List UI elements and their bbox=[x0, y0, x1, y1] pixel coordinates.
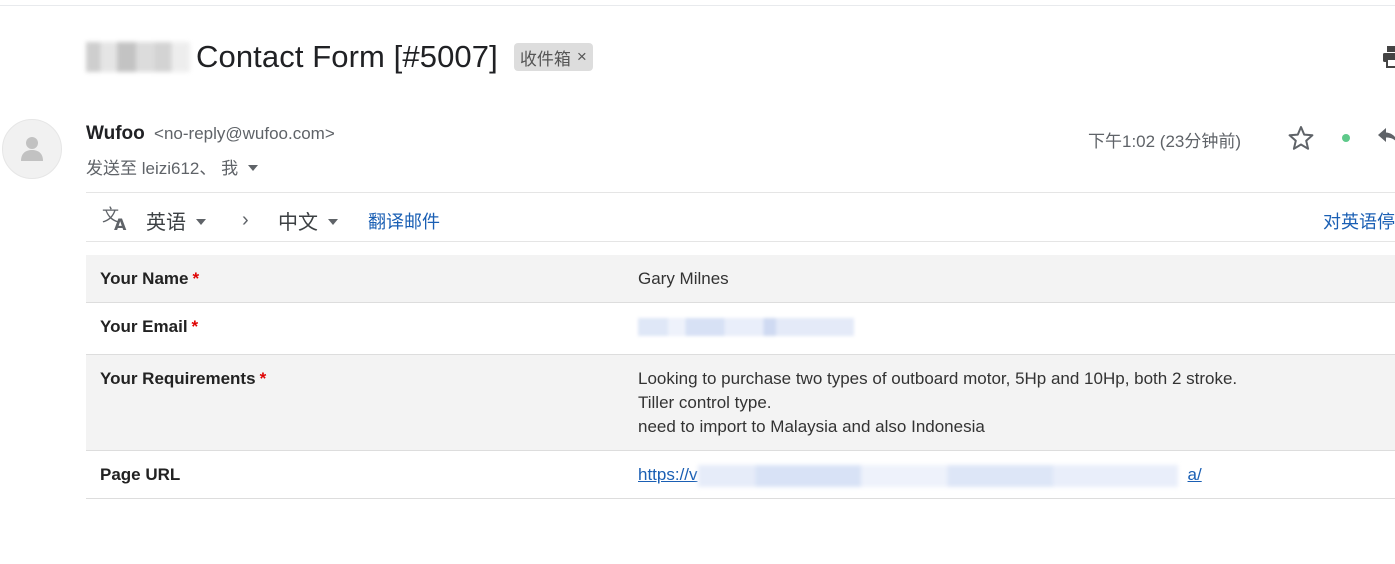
show-details-chevron-down-icon[interactable] bbox=[248, 164, 259, 171]
top-divider bbox=[0, 5, 1395, 6]
redacted-subject-prefix bbox=[86, 42, 190, 72]
reply-icon[interactable] bbox=[1377, 126, 1395, 146]
form-fields-table: Your Name * Gary Milnes Your Email * Your … bbox=[86, 255, 1395, 499]
inbox-label-chip[interactable]: 收件箱 × bbox=[513, 43, 593, 71]
inbox-label-text: 收件箱 bbox=[519, 49, 571, 69]
field-value-text: Gary Milnes bbox=[638, 269, 729, 288]
target-language-label: 中文 bbox=[278, 212, 318, 234]
field-label-text: Your Requirements bbox=[100, 369, 256, 388]
star-icon[interactable] bbox=[1288, 125, 1314, 151]
required-marker: * bbox=[259, 369, 267, 388]
field-value-line: need to import to Malaysia and also Indo… bbox=[638, 417, 985, 436]
field-label: Your Email * bbox=[86, 303, 624, 355]
redacted-url-segment bbox=[698, 465, 1178, 487]
field-label: Your Name * bbox=[86, 255, 624, 303]
source-language-dropdown[interactable]: 英语 bbox=[146, 206, 206, 235]
required-marker: * bbox=[191, 317, 199, 336]
translate-message-link[interactable]: 翻译邮件 bbox=[368, 208, 440, 234]
page-url-link[interactable]: https://v a/ bbox=[638, 463, 1202, 487]
sender-email: <no-reply@wufoo.com> bbox=[154, 124, 335, 143]
print-icon[interactable] bbox=[1383, 46, 1395, 68]
field-label: Page URL bbox=[86, 451, 624, 499]
recipients-text: 发送至 leizi612、 我 bbox=[86, 159, 239, 178]
svg-text:A: A bbox=[114, 215, 127, 232]
avatar-person-icon bbox=[21, 137, 43, 161]
field-value: Looking to purchase two types of outboar… bbox=[624, 355, 1395, 451]
field-value bbox=[624, 303, 1395, 355]
required-marker: * bbox=[192, 269, 200, 288]
sender-line: Wufoo <no-reply@wufoo.com> bbox=[86, 123, 335, 145]
received-time: 下午1:02 (23分钟前) bbox=[1088, 132, 1242, 151]
table-row: Your Name * Gary Milnes bbox=[86, 255, 1395, 303]
chevron-down-icon bbox=[328, 218, 338, 225]
avatar[interactable] bbox=[2, 119, 62, 179]
table-row: Your Email * bbox=[86, 303, 1395, 355]
field-label-text: Page URL bbox=[100, 465, 181, 484]
field-label-text: Your Email bbox=[100, 317, 188, 336]
chevron-right-icon: › bbox=[242, 209, 249, 231]
redacted-email-value bbox=[638, 318, 854, 336]
email-subject: Contact Form [#5007] bbox=[196, 39, 498, 74]
field-label: Your Requirements * bbox=[86, 355, 624, 451]
target-language-dropdown[interactable]: 中文 bbox=[278, 206, 338, 235]
url-start-text: https://v bbox=[638, 465, 698, 484]
field-label-text: Your Name bbox=[100, 269, 189, 288]
email-view: Contact Form [#5007] 收件箱 × Wufoo <no-rep… bbox=[0, 0, 1395, 564]
translate-bar: 文 A 英语 › 中文 翻译邮件 对英语停 bbox=[86, 192, 1395, 242]
status-dot bbox=[1342, 134, 1350, 142]
table-row: Your Requirements * Looking to purchase t… bbox=[86, 354, 1395, 451]
remove-label-icon[interactable]: × bbox=[577, 47, 587, 67]
url-end-text: a/ bbox=[1187, 465, 1202, 484]
field-value-line: Looking to purchase two types of outboar… bbox=[638, 369, 1238, 388]
sender-name[interactable]: Wufoo bbox=[86, 123, 145, 144]
field-value: Gary Milnes bbox=[624, 255, 1395, 303]
field-value-line: Tiller control type. bbox=[638, 393, 772, 412]
table-row: Page URL https://v a/ bbox=[86, 451, 1395, 499]
subject-row: Contact Form [#5007] 收件箱 × bbox=[86, 36, 593, 78]
translate-icon: 文 A bbox=[102, 206, 127, 232]
field-value: https://v a/ bbox=[624, 451, 1395, 499]
source-language-label: 英语 bbox=[146, 212, 186, 234]
chevron-down-icon bbox=[196, 218, 206, 225]
recipients-line: 发送至 leizi612、 我 bbox=[86, 154, 259, 179]
stop-translating-link[interactable]: 对英语停 bbox=[1323, 208, 1395, 234]
